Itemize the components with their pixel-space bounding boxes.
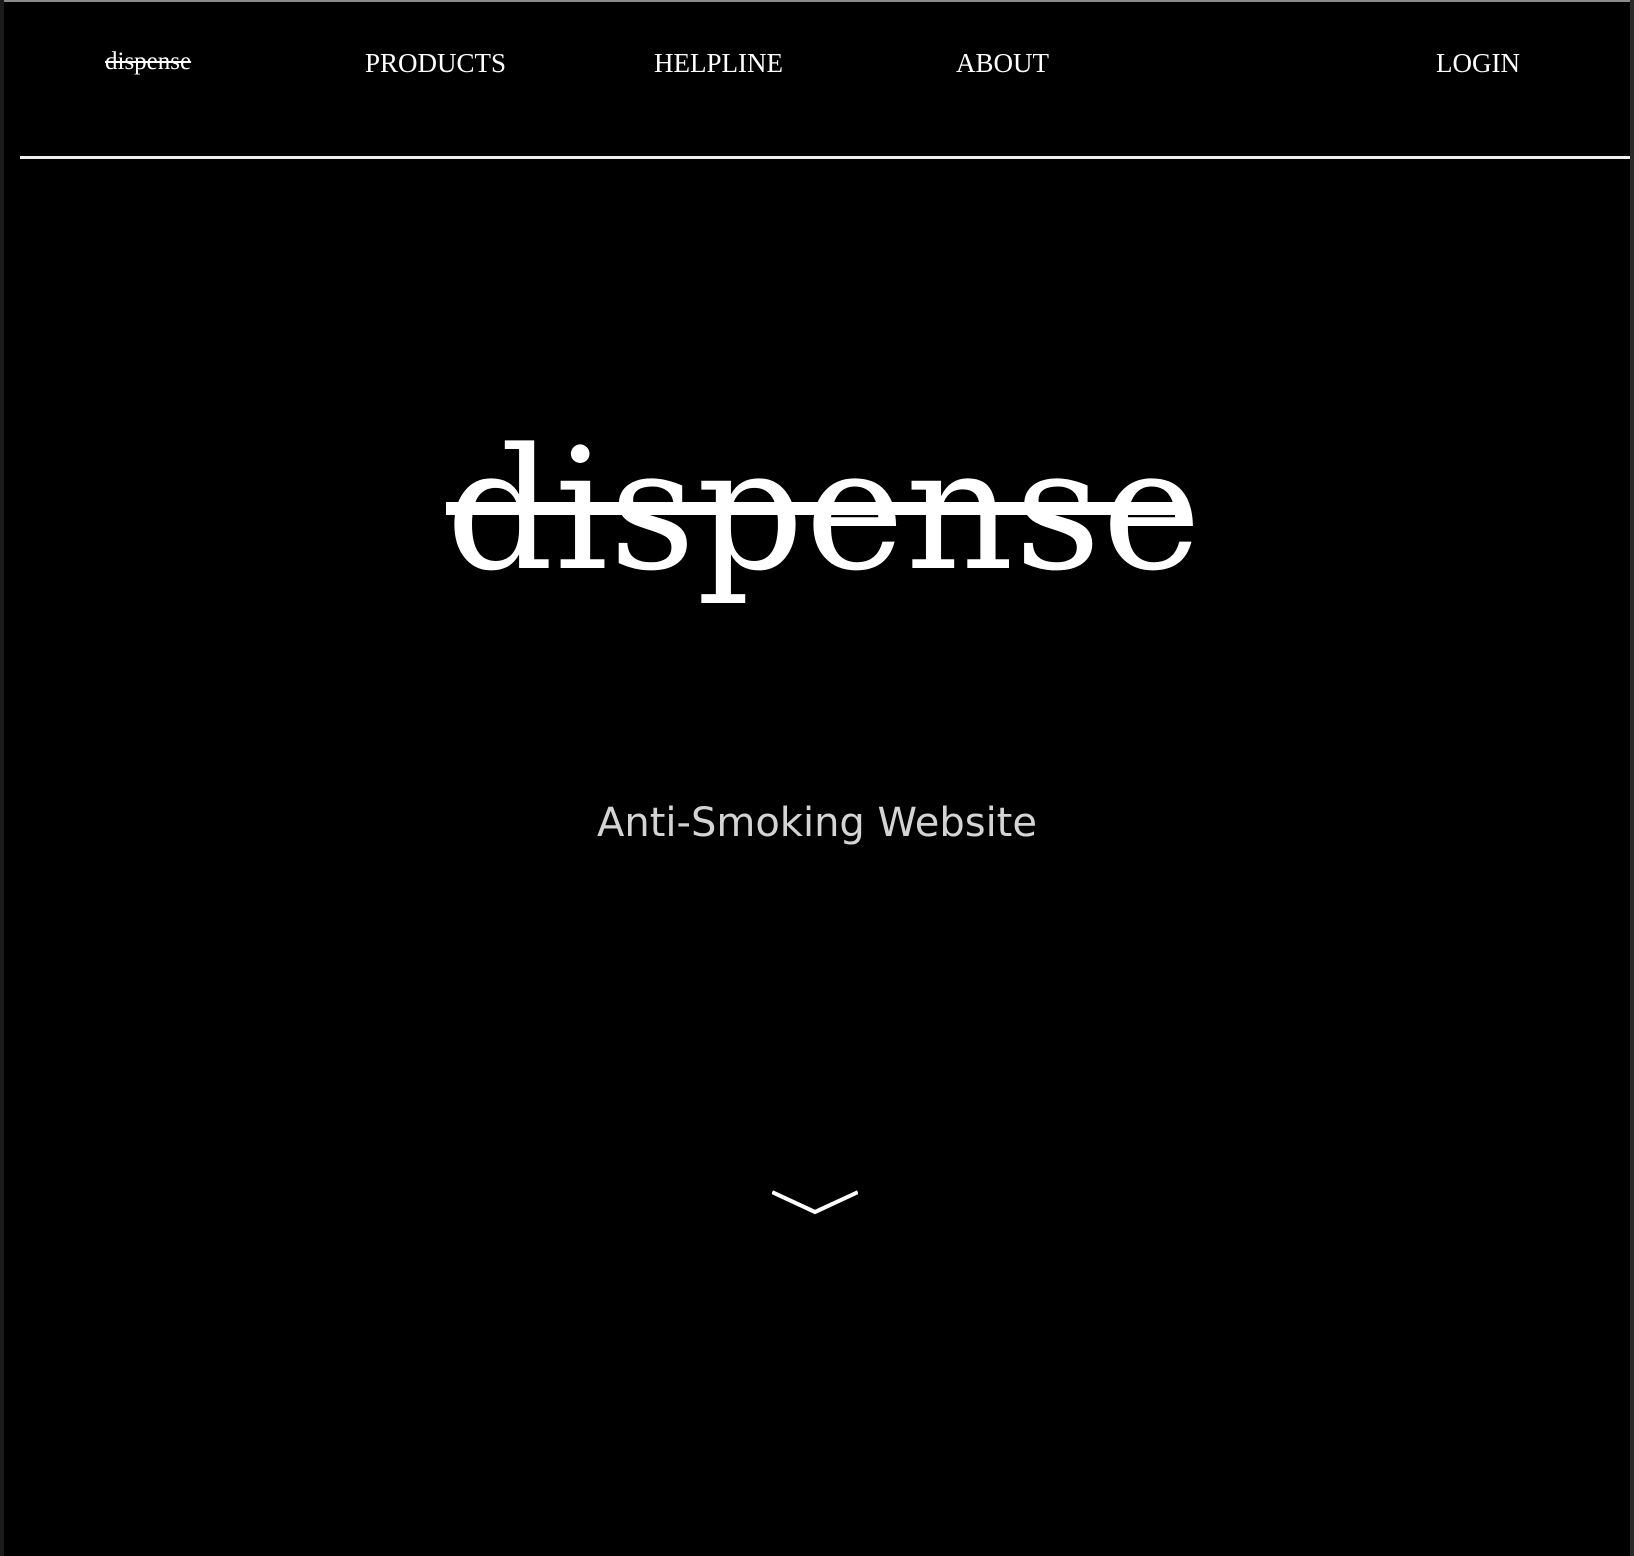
window-frame-right (1630, 0, 1634, 1556)
nav-helpline-link[interactable]: HELPLINE (654, 48, 783, 79)
hero-logo-strikethrough (446, 502, 1180, 515)
nav-divider (20, 156, 1630, 159)
top-navigation: dispense PRODUCTS HELPLINE ABOUT LOGIN (20, 0, 1630, 160)
scroll-down-button[interactable] (771, 1185, 859, 1219)
nav-about-link[interactable]: ABOUT (956, 48, 1049, 79)
window-frame-left (0, 0, 4, 1556)
nav-login-link[interactable]: LOGIN (1436, 48, 1520, 79)
nav-brand-logo-link[interactable]: dispense (105, 48, 191, 76)
hero-logo: dispense (446, 410, 1201, 620)
hero-subtitle: Anti-Smoking Website (597, 800, 1037, 846)
nav-products-link[interactable]: PRODUCTS (365, 48, 506, 79)
chevron-down-icon (771, 1190, 859, 1215)
